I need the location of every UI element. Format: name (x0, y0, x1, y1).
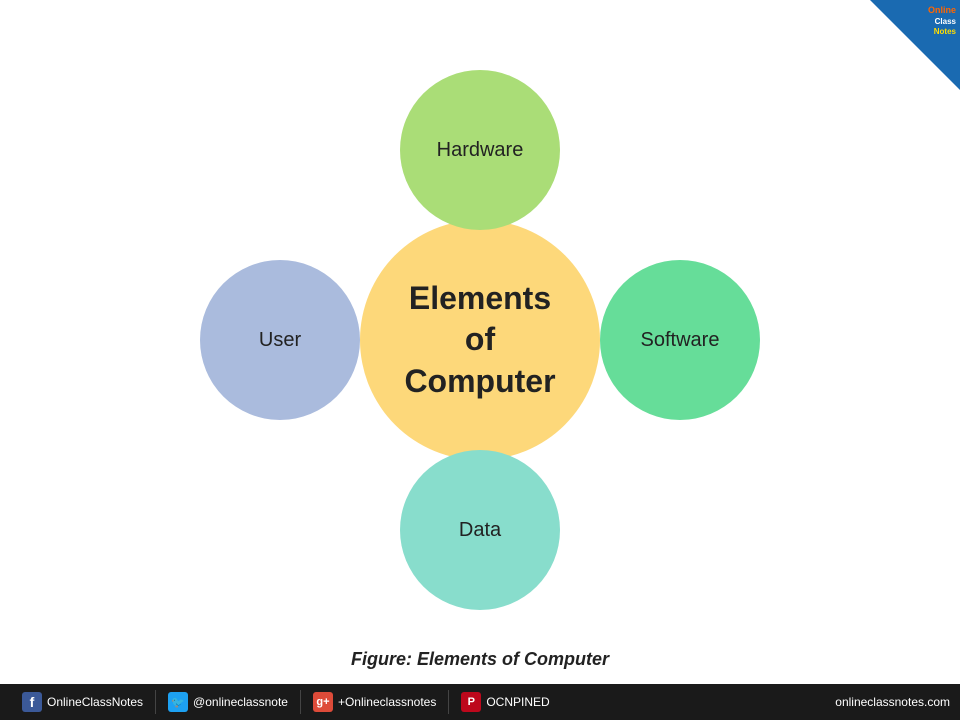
badge-class: Class (935, 17, 956, 26)
pinterest-text: OCNPINED (486, 695, 549, 709)
twitter-icon: 🐦 (168, 692, 188, 712)
software-label: Software (641, 329, 720, 352)
corner-label: Online Class Notes (928, 5, 956, 37)
center-label: Elements of Computer (404, 278, 555, 403)
footer-facebook[interactable]: f OnlineClassNotes (10, 684, 155, 720)
footer-googleplus[interactable]: g+ +Onlineclassnotes (301, 684, 448, 720)
figure-caption: Figure: Elements of Computer (351, 649, 609, 670)
googleplus-text: +Onlineclassnotes (338, 695, 436, 709)
footer-bar: f OnlineClassNotes 🐦 @onlineclassnote g+… (0, 684, 960, 720)
badge-online: Online (928, 5, 956, 15)
user-circle: User (200, 260, 360, 420)
footer-twitter[interactable]: 🐦 @onlineclassnote (156, 684, 300, 720)
footer-website[interactable]: onlineclassnotes.com (835, 695, 950, 709)
pinterest-icon: P (461, 692, 481, 712)
data-label: Data (459, 519, 501, 542)
facebook-text: OnlineClassNotes (47, 695, 143, 709)
hardware-circle: Hardware (400, 70, 560, 230)
googleplus-icon: g+ (313, 692, 333, 712)
hardware-label: Hardware (437, 139, 524, 162)
badge-notes: Notes (934, 27, 956, 36)
software-circle: Software (600, 260, 760, 420)
footer-pinterest[interactable]: P OCNPINED (449, 684, 561, 720)
diagram-container: Elements of Computer Hardware Software D… (180, 50, 780, 630)
user-label: User (259, 329, 301, 352)
data-circle: Data (400, 450, 560, 610)
center-circle: Elements of Computer (360, 220, 600, 460)
twitter-text: @onlineclassnote (193, 695, 288, 709)
facebook-icon: f (22, 692, 42, 712)
